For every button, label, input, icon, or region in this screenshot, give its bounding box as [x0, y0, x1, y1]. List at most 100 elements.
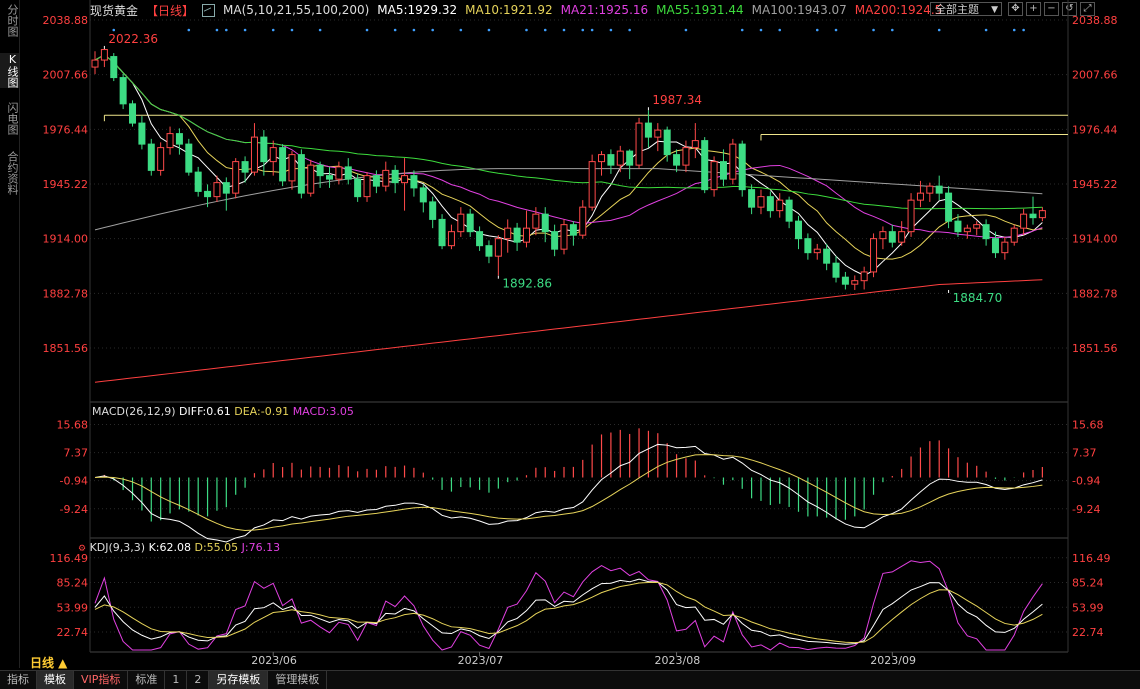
- y-tick-left: 1914.00: [43, 233, 89, 246]
- candle-up: [757, 196, 765, 208]
- macd-diff: DIFF:0.61: [179, 405, 231, 418]
- kdj-y-tick-left: 22.74: [57, 626, 89, 639]
- candle-down: [823, 248, 831, 264]
- candle-down: [419, 187, 427, 203]
- candle-down: [485, 245, 493, 257]
- y-tick-left: 2007.66: [43, 69, 89, 82]
- tab-manage-templates[interactable]: 管理模板: [268, 671, 328, 689]
- candle-down: [701, 140, 709, 191]
- tab-standard[interactable]: 标准: [128, 671, 166, 689]
- candle-up: [579, 206, 587, 236]
- signal-dot: [590, 28, 594, 32]
- ma200-line: [94, 279, 1043, 383]
- candle-down: [185, 143, 193, 173]
- signal-dot: [543, 28, 547, 32]
- signal-dot: [215, 28, 219, 32]
- price-chart[interactable]: 15.68 15.68 7.37 7.37 -0.94 -0.94 -9.24 -9.24 1…: [0, 0, 1140, 688]
- candle-up: [616, 150, 624, 166]
- y-tick-left: 1945.22: [43, 178, 89, 191]
- kdj-d: D:55.05: [194, 541, 239, 554]
- tab-1[interactable]: 1: [165, 671, 188, 689]
- candle-up: [851, 280, 859, 285]
- candle-down: [1029, 213, 1037, 219]
- price-annotation: 1987.34: [652, 93, 702, 107]
- signal-dot: [891, 28, 894, 32]
- candle-up: [926, 185, 934, 194]
- candle-up: [635, 122, 643, 166]
- candle-down: [626, 150, 634, 166]
- y-tick-right: 1851.56: [1072, 342, 1118, 355]
- macd-y-tick-right: 7.37: [1072, 447, 1097, 460]
- candle-up: [457, 213, 465, 233]
- period-indicator[interactable]: 日线 ▲: [30, 654, 67, 671]
- kdj-y-tick-right: 53.99: [1072, 601, 1104, 614]
- macd-y-tick-right: 15.68: [1072, 418, 1104, 431]
- candle-up: [898, 231, 906, 243]
- trading-chart-app: 分时图 K线图 闪电图 合约资料 现货黄金 【日线】 MA(5,10,21,55,10…: [0, 0, 1140, 689]
- kdj-settings-icon[interactable]: ⚙: [78, 544, 86, 554]
- candle-up: [232, 161, 240, 194]
- candle-up: [166, 133, 174, 149]
- y-tick-left: 1976.44: [43, 123, 89, 136]
- y-tick-left: 2038.88: [43, 14, 89, 27]
- macd-y-tick-left: -0.94: [60, 475, 88, 488]
- candle-down: [795, 220, 802, 240]
- candle-down: [945, 192, 953, 222]
- kdj-j: J:76.13: [241, 541, 281, 554]
- ma10-line: [94, 54, 1043, 260]
- candle-up: [494, 238, 502, 257]
- signal-dot: [243, 28, 247, 32]
- signal-dot: [112, 28, 116, 32]
- y-tick-right: 1882.78: [1072, 287, 1118, 300]
- kdj-d-line: [94, 581, 1043, 644]
- y-tick-left: 1851.56: [43, 342, 89, 355]
- macd-y-tick-left: 7.37: [64, 447, 89, 460]
- x-tick-label: 2023/09: [870, 654, 916, 667]
- candle-down: [541, 213, 549, 233]
- candle-up: [401, 175, 409, 184]
- signal-dot: [187, 28, 191, 32]
- candle-down: [204, 190, 212, 198]
- candle-down: [476, 231, 484, 247]
- candle-down: [372, 175, 380, 187]
- tab-indicators[interactable]: 指标: [0, 671, 37, 689]
- signal-dot: [684, 28, 688, 32]
- kdj-title-bar: ⚙ KDJ(9,3,3) K:62.08 D:55.05 J:76.13: [78, 541, 280, 554]
- candle-down: [466, 213, 474, 233]
- candle-down: [316, 164, 324, 177]
- macd-dea-line: [94, 454, 1043, 532]
- candle-down: [982, 224, 990, 240]
- macd-value: MACD:3.05: [292, 405, 354, 418]
- tab-2[interactable]: 2: [187, 671, 210, 689]
- candle-down: [175, 133, 183, 145]
- ma21-line: [94, 54, 1043, 239]
- candle-down: [344, 166, 352, 180]
- candle-down: [991, 238, 999, 254]
- candle-down: [429, 201, 437, 220]
- candle-down: [841, 276, 849, 285]
- candle-down: [888, 231, 896, 243]
- candle-down: [804, 238, 812, 254]
- tab-save-as-template[interactable]: 另存模板: [209, 671, 269, 689]
- tab-templates[interactable]: 模板: [37, 671, 74, 689]
- signal-dot: [834, 28, 838, 32]
- macd-diff-line: [94, 443, 1043, 543]
- candle-up: [870, 238, 878, 273]
- candle-up: [710, 161, 718, 191]
- candle-down: [644, 122, 652, 138]
- candle-up: [654, 129, 662, 138]
- signal-dot: [581, 28, 585, 32]
- candle-down: [297, 154, 305, 194]
- macd-title-bar: MACD(26,12,9) DIFF:0.61 DEA:-0.91 MACD:3…: [92, 405, 354, 418]
- kdj-y-tick-left: 53.99: [57, 601, 89, 614]
- signal-dot: [937, 28, 941, 32]
- signal-dot: [740, 28, 744, 32]
- candle-down: [607, 154, 615, 166]
- signal-dot: [459, 28, 463, 32]
- candle-up: [532, 213, 540, 229]
- tab-vip-indicators[interactable]: VIP指标: [74, 671, 129, 689]
- macd-title: MACD(26,12,9): [92, 405, 176, 418]
- signal-dot: [778, 28, 782, 32]
- x-tick-label: 2023/06: [251, 654, 297, 667]
- candle-down: [551, 231, 559, 250]
